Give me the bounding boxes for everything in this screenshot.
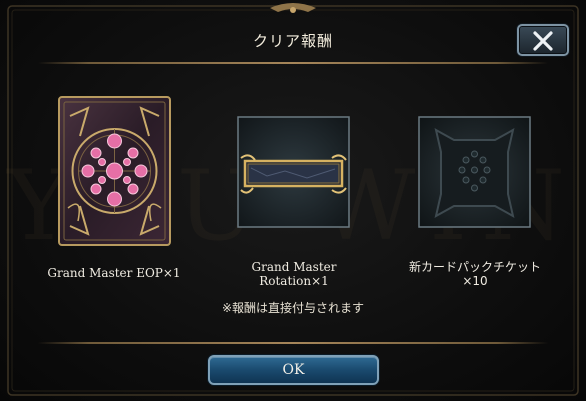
reward-ticket-label-line1: 新カードパックチケット — [408, 260, 541, 274]
reward-rotation-label-line2: Rotation×1 — [259, 274, 329, 288]
top-divider — [38, 62, 548, 64]
reward-ticket-card — [418, 116, 531, 232]
close-icon — [533, 31, 553, 51]
reward-rotation-label: Grand Master Rotation×1 — [218, 260, 370, 288]
reward-ticket-label-line2: ×10 — [462, 274, 488, 288]
top-ornament-icon — [270, 3, 316, 13]
reward-rotation-label-line1: Grand Master — [251, 260, 337, 274]
reward-eop-label: Grand Master EOP×1 — [47, 266, 181, 280]
reward-note: ※報酬は直接付与されます — [221, 301, 365, 315]
close-button[interactable] — [517, 24, 569, 56]
bottom-divider — [38, 342, 548, 344]
reward-rotation-card — [237, 116, 350, 232]
reward-eop-card — [58, 96, 171, 250]
card-pack-ticket-icon — [418, 116, 531, 228]
ok-button[interactable]: OK — [208, 355, 379, 385]
rotation-frame-icon — [237, 116, 350, 228]
eop-emblem-icon — [58, 96, 171, 246]
reward-ticket-label: 新カードパックチケット ×10 — [390, 260, 560, 288]
dialog-title: クリア報酬 — [252, 32, 333, 50]
